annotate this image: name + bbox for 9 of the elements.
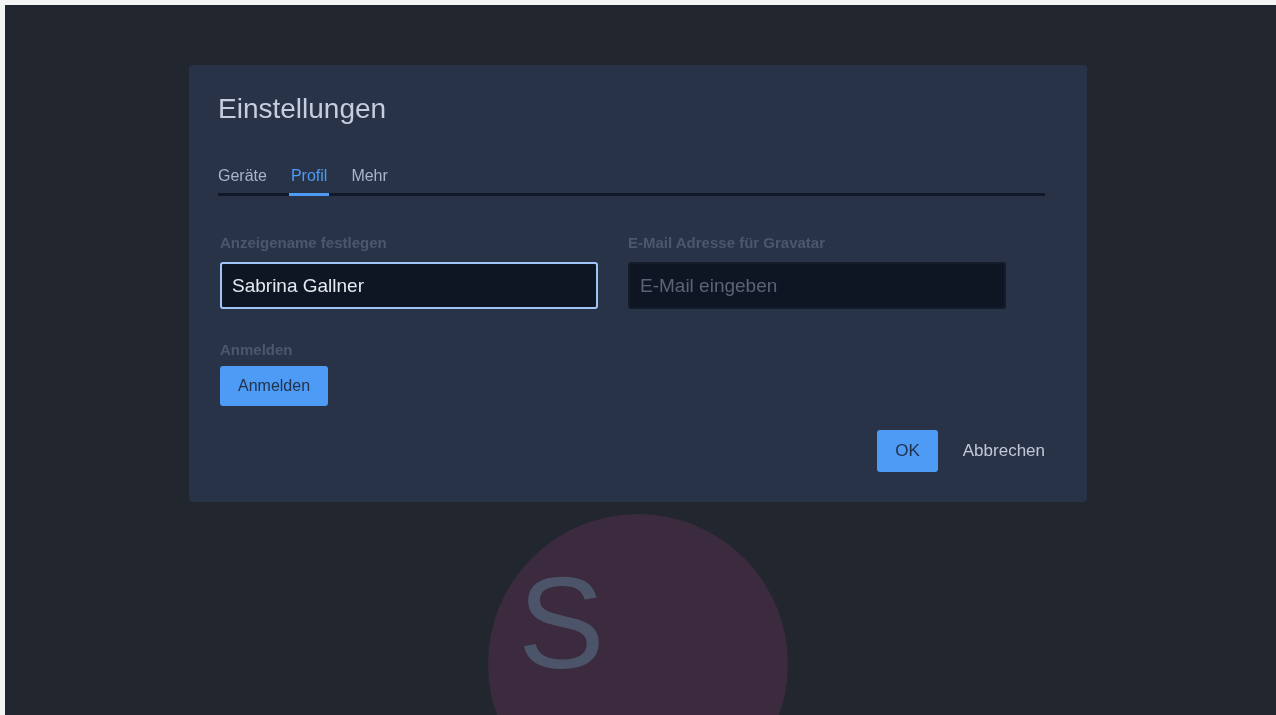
login-button[interactable]: Anmelden <box>220 366 329 406</box>
tab[interactable]: Mehr <box>339 163 400 196</box>
ok-button[interactable]: OK <box>877 430 938 472</box>
tab[interactable]: Geräte <box>218 163 279 196</box>
cancel-button[interactable]: Abbrechen <box>962 441 1045 461</box>
dialog-title: Einstellungen <box>218 92 388 126</box>
tab[interactable]: Profil <box>288 163 330 196</box>
input-field[interactable]: E-Mail eingeben <box>628 262 1006 309</box>
input-field[interactable]: Sabrina Gallner <box>220 262 598 309</box>
